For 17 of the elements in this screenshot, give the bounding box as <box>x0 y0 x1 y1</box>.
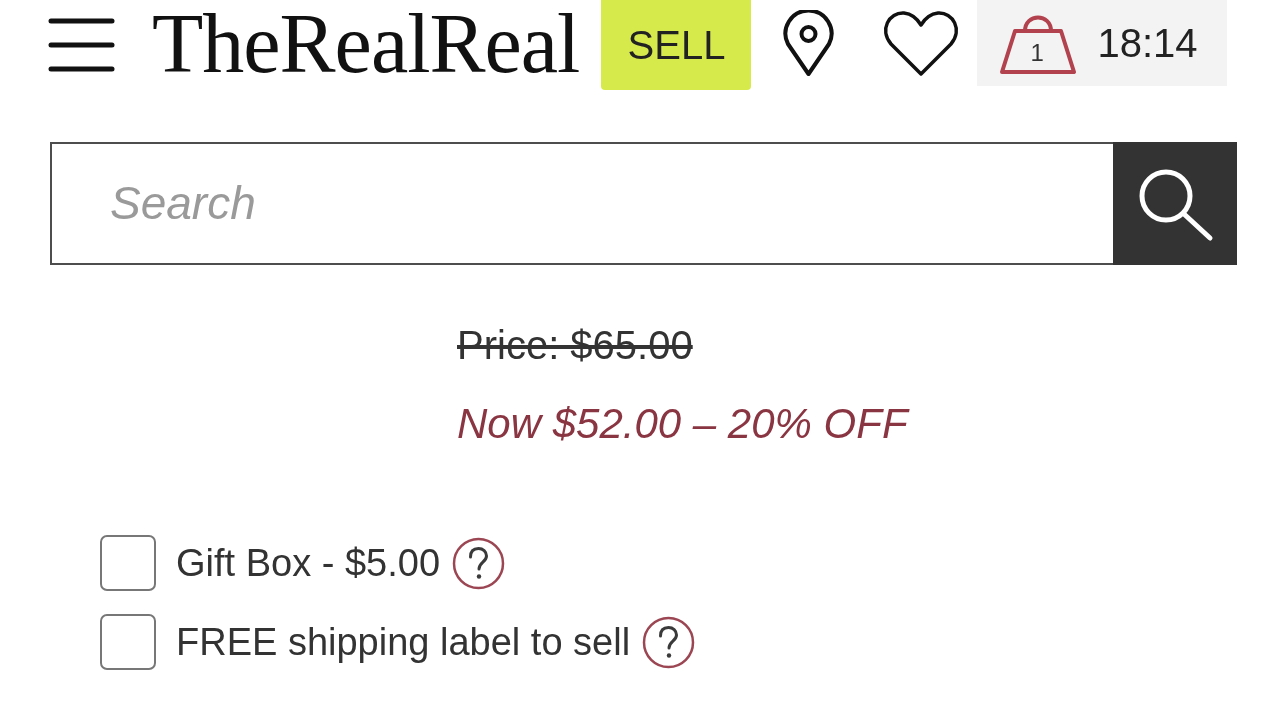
cart-count: 1 <box>1030 41 1044 65</box>
search-button[interactable] <box>1113 142 1237 265</box>
checkbox[interactable] <box>100 614 156 670</box>
sale-price: Now $52.00 – 20% OFF <box>457 399 908 449</box>
option-label: FREE shipping label to sell <box>176 619 631 665</box>
help-icon[interactable] <box>642 615 696 669</box>
help-icon[interactable] <box>452 536 505 590</box>
location-pin-icon[interactable] <box>782 10 836 77</box>
time-text: 18:14 <box>1097 20 1198 67</box>
logo[interactable]: TheRealReal <box>152 2 580 90</box>
option-label: Gift Box - $5.00 <box>176 540 440 586</box>
menu-icon[interactable] <box>48 18 115 72</box>
sell-button[interactable]: SELL <box>601 0 752 90</box>
heart-icon[interactable] <box>883 10 960 78</box>
original-price: Price: $65.00 <box>457 322 693 369</box>
checkbox[interactable] <box>100 535 156 591</box>
search-field[interactable]: Search <box>50 142 1113 265</box>
